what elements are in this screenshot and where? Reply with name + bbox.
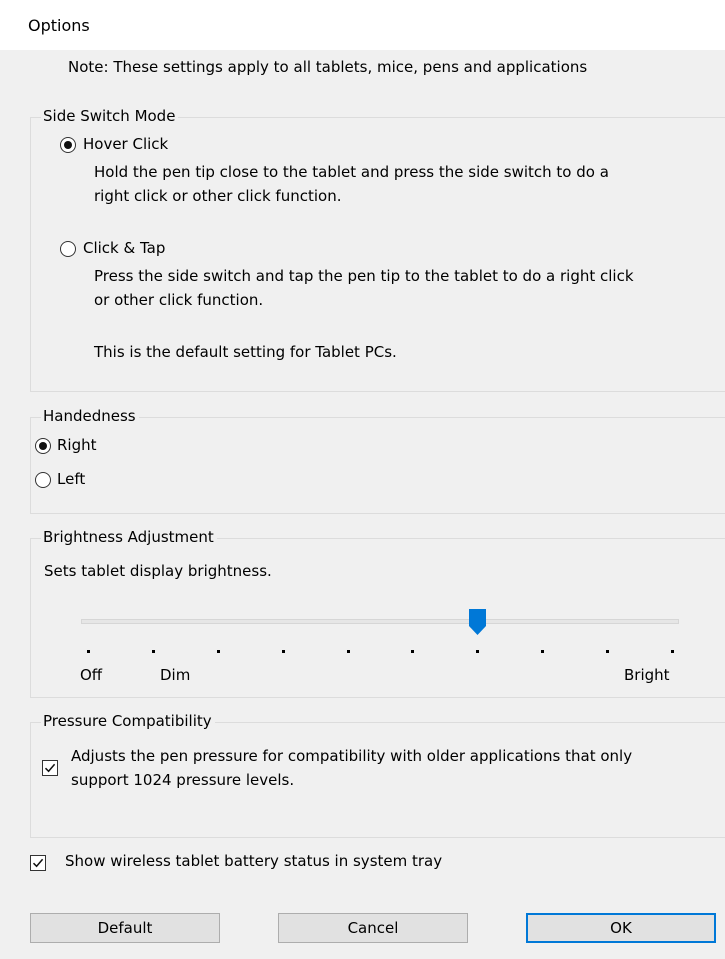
- handedness-left-label[interactable]: Left: [57, 470, 85, 488]
- click-tap-desc-line1: Press the side switch and tap the pen ti…: [94, 267, 634, 285]
- brightness-legend: Brightness Adjustment: [41, 528, 217, 546]
- pressure-compatibility-desc-line2[interactable]: support 1024 pressure levels.: [71, 769, 294, 791]
- handedness-legend: Handedness: [41, 407, 139, 425]
- pressure-compatibility-checkbox[interactable]: [42, 760, 58, 776]
- pressure-compatibility-legend: Pressure Compatibility: [41, 712, 215, 730]
- checkmark-icon: [32, 858, 44, 868]
- handedness-right-radio[interactable]: [35, 438, 51, 454]
- side-switch-mode-legend: Side Switch Mode: [41, 107, 179, 125]
- hover-click-desc-line2: right click or other click function.: [94, 187, 342, 205]
- brightness-slider-track[interactable]: [81, 619, 679, 624]
- brightness-tick: [671, 650, 674, 653]
- click-tap-desc-line3: This is the default setting for Tablet P…: [94, 343, 397, 361]
- hover-click-radio[interactable]: [60, 137, 76, 153]
- brightness-tick: [281, 650, 285, 653]
- title-bar: [0, 0, 725, 50]
- brightness-off-label: Off: [80, 666, 103, 684]
- click-tap-radio[interactable]: [60, 241, 76, 257]
- settings-note: Note: These settings apply to all tablet…: [68, 58, 588, 76]
- brightness-tick: [87, 650, 90, 653]
- brightness-tick: [411, 650, 415, 653]
- brightness-tick: [476, 650, 480, 653]
- ok-button[interactable]: OK: [526, 913, 716, 943]
- window-title: Options: [28, 16, 90, 35]
- brightness-tick: [541, 650, 545, 653]
- checkmark-icon: [44, 763, 56, 773]
- brightness-tick: [151, 650, 155, 653]
- pressure-compatibility-desc-line1[interactable]: Adjusts the pen pressure for compatibili…: [71, 745, 632, 767]
- click-tap-label[interactable]: Click & Tap: [83, 239, 165, 257]
- handedness-group: Handedness: [30, 407, 725, 514]
- battery-status-label[interactable]: Show wireless tablet battery status in s…: [65, 852, 442, 870]
- brightness-description: Sets tablet display brightness.: [44, 562, 272, 580]
- handedness-left-radio[interactable]: [35, 472, 51, 488]
- brightness-tick: [606, 650, 610, 653]
- brightness-dim-label: Dim: [160, 666, 191, 684]
- brightness-tick: [216, 650, 220, 653]
- default-button[interactable]: Default: [30, 913, 220, 943]
- click-tap-desc-line2: or other click function.: [94, 291, 264, 309]
- hover-click-desc-line1: Hold the pen tip close to the tablet and…: [94, 163, 609, 181]
- brightness-tick: [346, 650, 350, 653]
- brightness-bright-label: Bright: [624, 666, 670, 684]
- hover-click-label[interactable]: Hover Click: [83, 135, 168, 153]
- cancel-button[interactable]: Cancel: [278, 913, 468, 943]
- handedness-right-label[interactable]: Right: [57, 436, 97, 454]
- brightness-slider-thumb[interactable]: [468, 609, 486, 635]
- battery-status-checkbox[interactable]: [30, 855, 46, 871]
